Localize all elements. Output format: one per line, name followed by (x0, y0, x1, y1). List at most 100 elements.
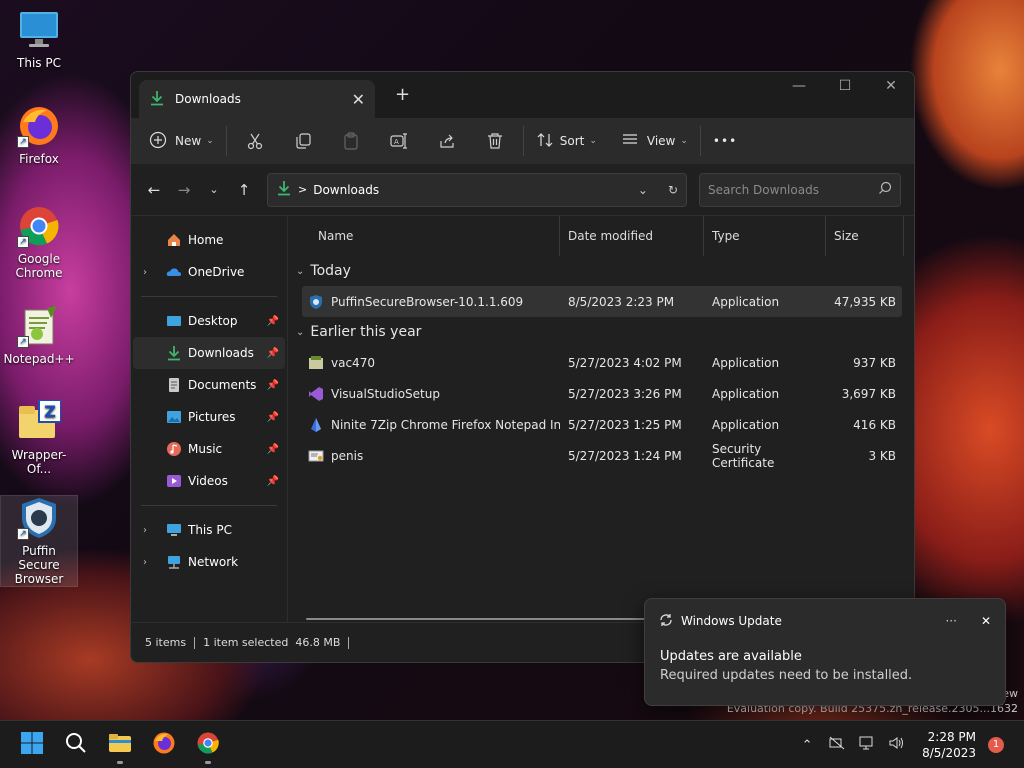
more-options-button[interactable]: ••• (705, 125, 745, 157)
file-date: 5/27/2023 4:02 PM (568, 355, 682, 370)
group-title: Today (310, 263, 351, 279)
chevron-right-icon[interactable]: › (143, 267, 147, 278)
column-header-type[interactable]: Type (704, 216, 826, 256)
pin-icon: 📌 (266, 347, 279, 359)
delete-icon[interactable] (479, 125, 511, 157)
cloud-icon (165, 264, 183, 280)
file-type: Application (712, 417, 780, 432)
download-icon (149, 90, 165, 109)
pin-icon: 📌 (266, 475, 279, 487)
taskbar-file-explorer[interactable] (98, 725, 142, 765)
close-tab-icon[interactable]: ✕ (352, 90, 365, 109)
chevron-right-icon[interactable]: › (143, 557, 147, 568)
address-bar[interactable]: > Downloads ⌄ ↻ (267, 172, 687, 207)
desktop-icon-this-pc[interactable]: This PC (1, 8, 77, 70)
monitor-icon (17, 8, 61, 52)
sidebar-item-pictures[interactable]: Pictures 📌 (133, 401, 285, 433)
view-button[interactable]: View ⌄ (613, 125, 696, 157)
tab-downloads[interactable]: Downloads ✕ (139, 80, 375, 118)
sidebar-item-network[interactable]: › Network (133, 546, 285, 578)
download-icon (165, 345, 183, 361)
new-tab-button[interactable]: + (395, 84, 410, 105)
notification-badge[interactable]: 1 (988, 737, 1004, 753)
sidebar-item-label: OneDrive (188, 265, 245, 279)
search-input[interactable]: Search Downloads (699, 172, 901, 207)
videos-icon (165, 473, 183, 489)
minimize-button[interactable]: — (776, 72, 822, 102)
copy-icon[interactable] (287, 125, 319, 157)
desktop-icon-puffin-secure-browser[interactable]: ↗ Puffin Secure Browser (0, 495, 78, 587)
sidebar-item-documents[interactable]: Documents 📌 (133, 369, 285, 401)
show-hidden-icons-chevron-up-icon[interactable]: ⌃ (792, 738, 822, 753)
sidebar-item-desktop[interactable]: Desktop 📌 (133, 305, 285, 337)
paste-icon[interactable] (335, 125, 367, 157)
sidebar-item-music[interactable]: Music 📌 (133, 433, 285, 465)
share-icon[interactable] (431, 125, 463, 157)
volume-icon[interactable] (882, 736, 912, 754)
group-title: Earlier this year (310, 324, 422, 340)
desktop-icon-wrapper[interactable]: Z Wrapper-Of... (1, 399, 77, 476)
refresh-icon[interactable]: ↻ (668, 183, 678, 197)
column-header-size[interactable]: Size (826, 216, 904, 256)
column-headers: Name Date modified Type Size (288, 216, 914, 256)
search-placeholder: Search Downloads (708, 182, 819, 197)
desktop-icon-notepad-plus-plus[interactable]: ↗ Notepad++ (1, 304, 77, 366)
horizontal-scrollbar[interactable] (306, 618, 686, 620)
new-button[interactable]: New ⌄ (141, 125, 222, 157)
close-icon[interactable]: ✕ (981, 614, 991, 628)
desktop-icon-label: Wrapper-Of... (11, 448, 67, 476)
taskbar-chrome[interactable] (186, 725, 230, 765)
sidebar-item-this-pc[interactable]: › This PC (133, 514, 285, 546)
no-network-icon[interactable] (822, 736, 852, 754)
file-size: 3 KB (868, 448, 896, 463)
sort-button[interactable]: Sort ⌄ (528, 125, 605, 157)
sidebar-item-label: Music (188, 442, 223, 456)
sort-label: Sort (559, 134, 585, 148)
rename-icon[interactable]: A (383, 125, 415, 157)
taskbar-firefox[interactable] (142, 725, 186, 765)
address-history-chevron-icon[interactable]: ⌄ (638, 183, 648, 197)
file-row[interactable]: VisualStudioSetup 5/27/2023 3:26 PM Appl… (302, 378, 902, 409)
desktop-icon-google-chrome[interactable]: ↗ Google Chrome (1, 204, 77, 280)
forward-arrow-icon[interactable]: → (169, 175, 199, 205)
file-type: Application (712, 294, 780, 309)
clock[interactable]: 2:28 PM 8/5/2023 (912, 729, 988, 761)
cut-icon[interactable] (239, 125, 271, 157)
file-name: PuffinSecureBrowser-10.1.1.609 (331, 294, 524, 309)
system-tray: ⌃ 2:28 PM 8/5/2023 1 (792, 721, 1024, 768)
sidebar-item-downloads[interactable]: Downloads 📌 (133, 337, 285, 369)
windows-update-notification[interactable]: Windows Update ··· ✕ Updates are availab… (644, 598, 1006, 706)
column-header-name[interactable]: Name (288, 216, 560, 256)
breadcrumb[interactable]: Downloads (313, 183, 638, 197)
breadcrumb-separator[interactable]: > (298, 183, 307, 196)
network-adapter-icon[interactable] (852, 736, 882, 754)
close-button[interactable]: ✕ (868, 72, 914, 102)
sidebar-item-videos[interactable]: Videos 📌 (133, 465, 285, 497)
recent-locations-chevron-icon[interactable]: ⌄ (199, 175, 229, 205)
command-bar: New ⌄ A Sort ⌄ View ⌄ ••• (131, 118, 914, 164)
column-header-date-modified[interactable]: Date modified (560, 216, 704, 256)
chevron-down-icon: ⌄ (296, 265, 305, 277)
file-type: Security Certificate (712, 441, 775, 470)
chevron-right-icon[interactable]: › (143, 525, 147, 536)
svg-text:A: A (394, 138, 399, 146)
group-header-today[interactable]: ⌄ Today (288, 256, 914, 286)
up-arrow-icon[interactable]: ↑ (229, 175, 259, 205)
title-bar: Downloads ✕ + — ☐ ✕ (131, 72, 914, 118)
maximize-button[interactable]: ☐ (822, 72, 868, 102)
search-button[interactable] (54, 725, 98, 765)
more-options-icon[interactable]: ··· (945, 614, 956, 628)
file-row[interactable]: vac470 5/27/2023 4:02 PM Application 937… (302, 347, 902, 378)
sidebar-item-home[interactable]: Home (133, 224, 285, 256)
sidebar-item-onedrive[interactable]: › OneDrive (133, 256, 285, 288)
group-header-earlier-this-year[interactable]: ⌄ Earlier this year (288, 317, 914, 347)
back-arrow-icon[interactable]: ← (139, 175, 169, 205)
start-button[interactable] (10, 725, 54, 765)
desktop-icon-firefox[interactable]: ↗ Firefox (1, 104, 77, 166)
file-row[interactable]: Ninite 7Zip Chrome Firefox Notepad Inst.… (302, 409, 902, 440)
toolbar-divider (522, 126, 524, 156)
sidebar-item-label: Network (188, 555, 239, 569)
pictures-icon (165, 409, 183, 425)
file-row[interactable]: penis 5/27/2023 1:24 PM Security Certifi… (302, 440, 902, 471)
file-row[interactable]: PuffinSecureBrowser-10.1.1.609 8/5/2023 … (302, 286, 902, 317)
